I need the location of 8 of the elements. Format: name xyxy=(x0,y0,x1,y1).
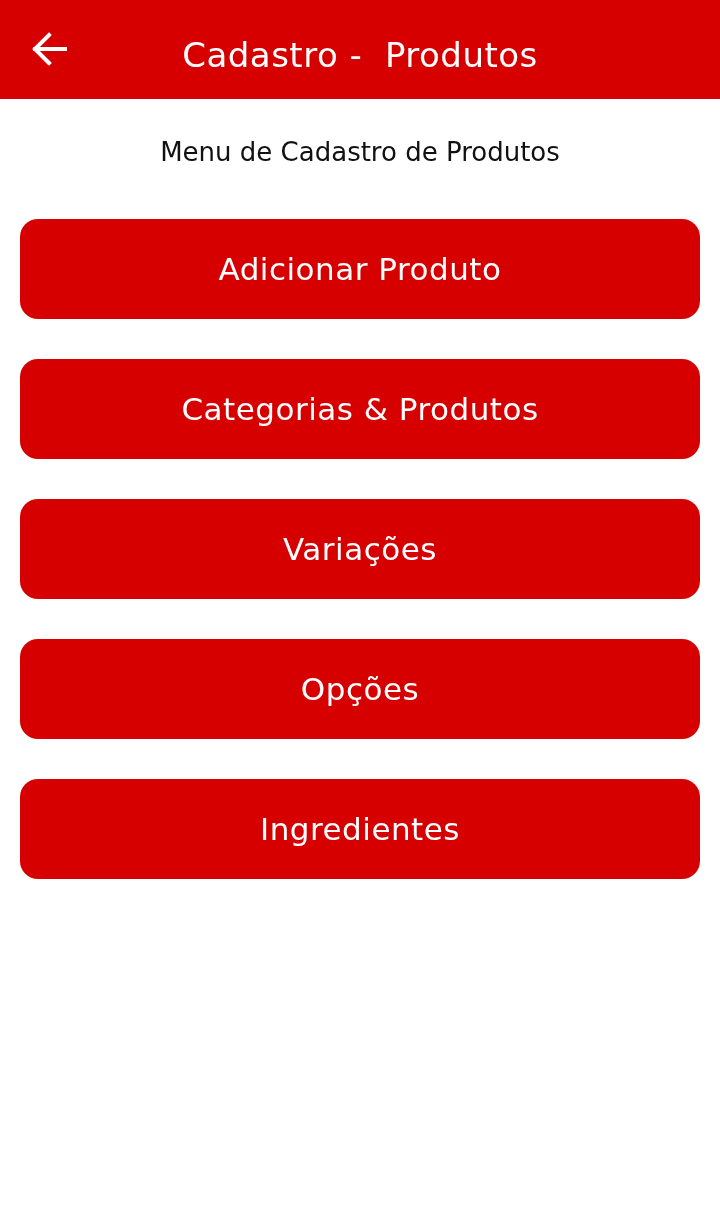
menu-button[interactable]: Opções xyxy=(20,639,700,739)
menu-button[interactable]: Ingredientes xyxy=(20,779,700,879)
menu-button[interactable]: Categorias & Produtos xyxy=(20,359,700,459)
back-arrow-icon[interactable] xyxy=(32,32,68,66)
menu-heading: Menu de Cadastro de Produtos xyxy=(159,137,561,167)
menu-button[interactable]: Variações xyxy=(20,499,700,599)
screen-title: Cadastro - Produtos xyxy=(182,34,538,75)
menu-button[interactable]: Adicionar Produto xyxy=(20,219,700,319)
